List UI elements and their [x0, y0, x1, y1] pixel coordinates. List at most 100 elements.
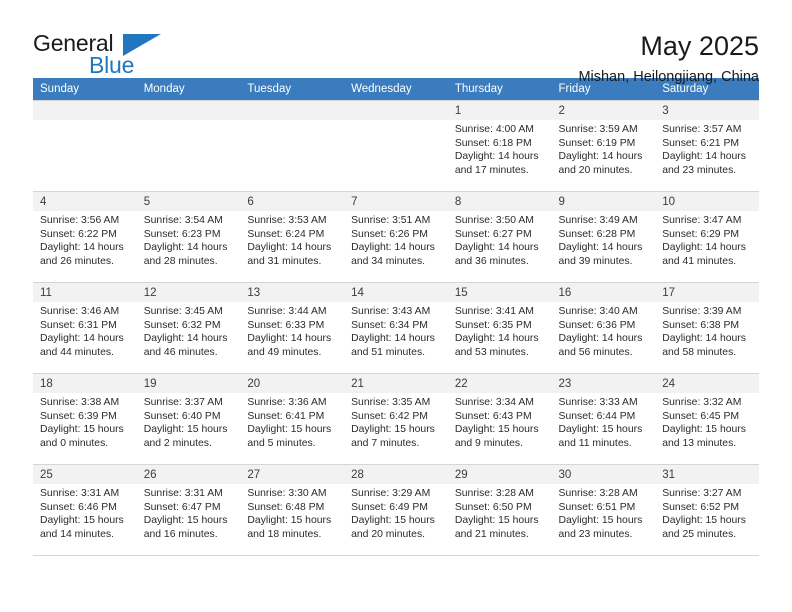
sunset-text: Sunset: 6:52 PM — [662, 501, 740, 513]
calendar-day-cell[interactable]: 6 Sunrise: 3:53 AM Sunset: 6:24 PM Daylight… — [240, 191, 345, 283]
calendar-week-row: 18 Sunrise: 3:38 AM Sunset: 6:39 PM Dayligh… — [33, 373, 759, 465]
calendar-day-cell[interactable]: 1 Sunrise: 4:00 AM Sunset: 6:18 PM Daylight… — [447, 100, 552, 192]
daylight-text-line1: Daylight: 14 hours — [143, 242, 228, 254]
calendar-day-cell[interactable]: 5 Sunrise: 3:54 AM Sunset: 6:23 PM Daylight… — [136, 191, 241, 283]
daylight-text-line1: Daylight: 14 hours — [454, 151, 539, 163]
brand-logo[interactable]: General Blue — [33, 30, 193, 82]
day-details: Sunrise: 3:51 AM Sunset: 6:26 PM Daylight:… — [344, 211, 448, 268]
daylight-text-line2: and 21 minutes. — [454, 528, 529, 540]
daylight-text-line1: Daylight: 14 hours — [454, 333, 539, 345]
day-details: Sunrise: 4:00 AM Sunset: 6:18 PM Daylight:… — [448, 120, 552, 177]
calendar-day-cell[interactable]: 28 Sunrise: 3:29 AM Sunset: 6:49 PM Dayligh… — [344, 464, 448, 556]
day-number: 9 — [551, 192, 656, 211]
daylight-text-line2: and 44 minutes. — [40, 346, 114, 358]
calendar-day-cell[interactable]: 16 Sunrise: 3:40 AM Sunset: 6:36 PM Dayligh… — [551, 282, 656, 374]
day-details: Sunrise: 3:37 AM Sunset: 6:40 PM Daylight:… — [137, 393, 241, 450]
calendar-day-cell[interactable]: 21 Sunrise: 3:35 AM Sunset: 6:42 PM Dayligh… — [344, 373, 448, 465]
day-details: Sunrise: 3:28 AM Sunset: 6:51 PM Daylight:… — [552, 484, 656, 541]
calendar-day-cell[interactable]: 24 Sunrise: 3:32 AM Sunset: 6:45 PM Dayligh… — [655, 373, 759, 465]
daylight-text-line1: Daylight: 14 hours — [558, 151, 643, 163]
calendar-day-cell[interactable]: 26 Sunrise: 3:31 AM Sunset: 6:47 PM Dayligh… — [136, 464, 241, 556]
calendar-day-cell[interactable]: 11 Sunrise: 3:46 AM Sunset: 6:31 PM Dayligh… — [33, 282, 137, 374]
calendar-day-cell[interactable]: 3 Sunrise: 3:57 AM Sunset: 6:21 PM Daylight… — [655, 100, 759, 192]
title-block: May 2025 Mishan, Heilongjiang, China — [578, 30, 759, 87]
day-number: 1 — [447, 101, 552, 120]
sunrise-text: Sunrise: 3:34 AM — [454, 397, 534, 408]
sunset-text: Sunset: 6:23 PM — [143, 228, 221, 240]
day-number: 30 — [551, 465, 656, 484]
day-details: Sunrise: 3:38 AM Sunset: 6:39 PM Daylight:… — [33, 393, 137, 450]
calendar-day-cell[interactable]: 25 Sunrise: 3:31 AM Sunset: 6:46 PM Dayligh… — [33, 464, 137, 556]
calendar-week-row: 4 Sunrise: 3:56 AM Sunset: 6:22 PM Daylight… — [33, 191, 759, 283]
day-number: 29 — [447, 465, 552, 484]
day-number: 27 — [240, 465, 345, 484]
day-details: Sunrise: 3:45 AM Sunset: 6:32 PM Daylight:… — [137, 302, 241, 359]
calendar-day-cell[interactable]: 19 Sunrise: 3:37 AM Sunset: 6:40 PM Dayligh… — [136, 373, 241, 465]
calendar-day-cell[interactable]: 2 Sunrise: 3:59 AM Sunset: 6:19 PM Daylight… — [551, 100, 656, 192]
daylight-text-line2: and 49 minutes. — [247, 346, 322, 358]
daylight-text-line2: and 7 minutes. — [351, 437, 420, 449]
calendar-day-cell[interactable]: 22 Sunrise: 3:34 AM Sunset: 6:43 PM Dayligh… — [447, 373, 552, 465]
sunset-text: Sunset: 6:31 PM — [40, 319, 117, 331]
daylight-text-line2: and 23 minutes. — [558, 528, 633, 540]
day-details: Sunrise: 3:56 AM Sunset: 6:22 PM Daylight:… — [33, 211, 137, 268]
calendar-day-cell[interactable]: 12 Sunrise: 3:45 AM Sunset: 6:32 PM Dayligh… — [136, 282, 241, 374]
sunset-text: Sunset: 6:24 PM — [247, 228, 325, 240]
calendar-day-cell[interactable]: 8 Sunrise: 3:50 AM Sunset: 6:27 PM Daylight… — [447, 191, 552, 283]
calendar-day-cell[interactable]: 23 Sunrise: 3:33 AM Sunset: 6:44 PM Dayligh… — [551, 373, 656, 465]
sunrise-text: Sunrise: 3:54 AM — [143, 215, 223, 226]
daylight-text-line2: and 20 minutes. — [351, 528, 426, 540]
calendar-day-cell[interactable]: 20 Sunrise: 3:36 AM Sunset: 6:41 PM Dayligh… — [240, 373, 345, 465]
calendar-day-cell[interactable]: 18 Sunrise: 3:38 AM Sunset: 6:39 PM Dayligh… — [33, 373, 137, 465]
calendar-page: General Blue May 2025 Mishan, Heilongjia… — [0, 0, 792, 612]
calendar-day-cell[interactable]: 9 Sunrise: 3:49 AM Sunset: 6:28 PM Daylight… — [551, 191, 656, 283]
sunrise-text: Sunrise: 3:33 AM — [558, 397, 638, 408]
sunset-text: Sunset: 6:19 PM — [558, 137, 636, 149]
daylight-text-line1: Daylight: 14 hours — [247, 242, 332, 254]
daylight-text-line2: and 16 minutes. — [143, 528, 218, 540]
calendar-empty-cell — [33, 100, 137, 192]
day-number: 18 — [33, 374, 137, 393]
calendar-day-cell[interactable]: 14 Sunrise: 3:43 AM Sunset: 6:34 PM Dayligh… — [344, 282, 448, 374]
sunset-text: Sunset: 6:50 PM — [454, 501, 532, 513]
daylight-text-line1: Daylight: 14 hours — [662, 242, 746, 254]
daylight-text-line1: Daylight: 15 hours — [40, 424, 124, 436]
daylight-text-line1: Daylight: 15 hours — [454, 424, 539, 436]
calendar-day-cell[interactable]: 29 Sunrise: 3:28 AM Sunset: 6:50 PM Dayligh… — [447, 464, 552, 556]
calendar-day-cell[interactable]: 17 Sunrise: 3:39 AM Sunset: 6:38 PM Dayligh… — [655, 282, 759, 374]
day-number: 16 — [551, 283, 656, 302]
calendar-day-cell[interactable]: 30 Sunrise: 3:28 AM Sunset: 6:51 PM Dayligh… — [551, 464, 656, 556]
daylight-text-line1: Daylight: 14 hours — [143, 333, 228, 345]
daylight-text-line2: and 39 minutes. — [558, 255, 633, 267]
sunrise-text: Sunrise: 3:36 AM — [247, 397, 327, 408]
daylight-text-line1: Daylight: 15 hours — [558, 424, 643, 436]
calendar-day-cell[interactable]: 13 Sunrise: 3:44 AM Sunset: 6:33 PM Dayligh… — [240, 282, 345, 374]
calendar-day-cell[interactable]: 15 Sunrise: 3:41 AM Sunset: 6:35 PM Dayligh… — [447, 282, 552, 374]
sunset-text: Sunset: 6:47 PM — [143, 501, 221, 513]
sunset-text: Sunset: 6:49 PM — [351, 501, 428, 513]
calendar-day-cell[interactable]: 27 Sunrise: 3:30 AM Sunset: 6:48 PM Dayligh… — [240, 464, 345, 556]
day-details: Sunrise: 3:32 AM Sunset: 6:45 PM Daylight:… — [655, 393, 759, 450]
weekday-header-wednesday: Wednesday — [344, 78, 448, 101]
daylight-text-line1: Daylight: 15 hours — [143, 424, 228, 436]
sunrise-text: Sunrise: 3:40 AM — [558, 306, 638, 317]
sunset-text: Sunset: 6:26 PM — [351, 228, 428, 240]
sunset-text: Sunset: 6:43 PM — [454, 410, 532, 422]
sunset-text: Sunset: 6:42 PM — [351, 410, 428, 422]
daylight-text-line2: and 0 minutes. — [40, 437, 109, 449]
calendar-week-row: 25 Sunrise: 3:31 AM Sunset: 6:46 PM Dayligh… — [33, 464, 759, 556]
page-title: May 2025 — [640, 31, 759, 61]
calendar-day-cell[interactable]: 31 Sunrise: 3:27 AM Sunset: 6:52 PM Dayligh… — [655, 464, 759, 556]
day-number — [136, 101, 241, 120]
day-details: Sunrise: 3:27 AM Sunset: 6:52 PM Daylight:… — [655, 484, 759, 541]
sunset-text: Sunset: 6:35 PM — [454, 319, 532, 331]
daylight-text-line1: Daylight: 15 hours — [143, 515, 228, 527]
day-number: 19 — [136, 374, 241, 393]
day-number: 15 — [447, 283, 552, 302]
calendar-day-cell[interactable]: 4 Sunrise: 3:56 AM Sunset: 6:22 PM Daylight… — [33, 191, 137, 283]
day-number: 22 — [447, 374, 552, 393]
day-details: Sunrise: 3:40 AM Sunset: 6:36 PM Daylight:… — [552, 302, 656, 359]
sunrise-text: Sunrise: 3:31 AM — [40, 488, 120, 499]
calendar-day-cell[interactable]: 7 Sunrise: 3:51 AM Sunset: 6:26 PM Daylight… — [344, 191, 448, 283]
calendar-day-cell[interactable]: 10 Sunrise: 3:47 AM Sunset: 6:29 PM Dayligh… — [655, 191, 759, 283]
